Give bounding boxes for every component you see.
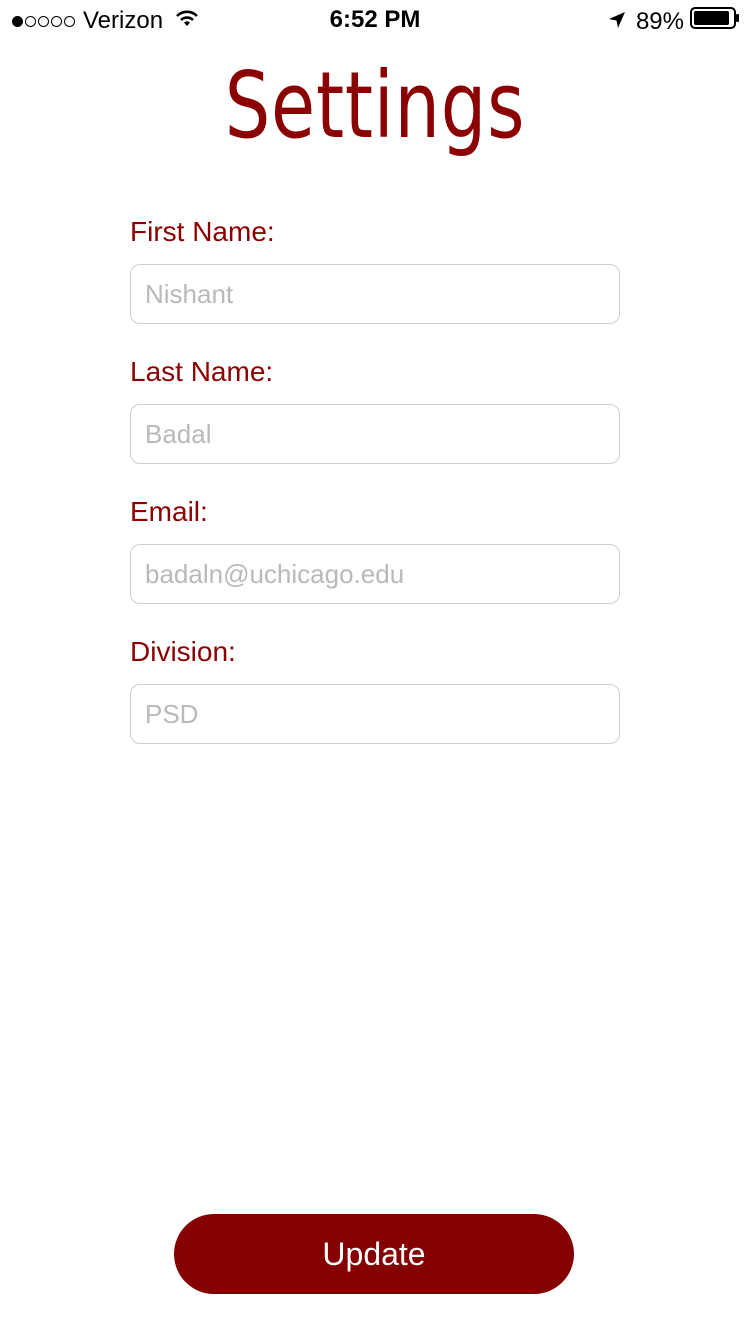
last-name-field-group: Last Name: <box>130 352 620 464</box>
division-input[interactable] <box>130 684 620 744</box>
page-title: Settings <box>224 52 526 159</box>
location-arrow-icon <box>608 8 626 36</box>
settings-form: First Name: Last Name: Email: Division: <box>130 212 620 772</box>
last-name-input[interactable] <box>130 404 620 464</box>
email-label: Email: <box>130 496 208 527</box>
battery-icon <box>690 7 740 36</box>
email-field-group: Email: <box>130 492 620 604</box>
status-bar: Verizon 6:52 PM 89% <box>0 0 750 40</box>
first-name-input[interactable] <box>130 264 620 324</box>
first-name-label: First Name: <box>130 216 275 247</box>
settings-screen: Verizon 6:52 PM 89% Settings First Name:… <box>0 0 750 1334</box>
status-right: 89% <box>608 7 740 36</box>
last-name-label: Last Name: <box>130 356 274 387</box>
update-button[interactable]: Update <box>174 1214 574 1294</box>
first-name-field-group: First Name: <box>130 212 620 324</box>
division-label: Division: <box>130 636 236 667</box>
battery-percent: 89% <box>635 7 684 35</box>
division-field-group: Division: <box>130 632 620 744</box>
email-input[interactable] <box>130 544 620 604</box>
